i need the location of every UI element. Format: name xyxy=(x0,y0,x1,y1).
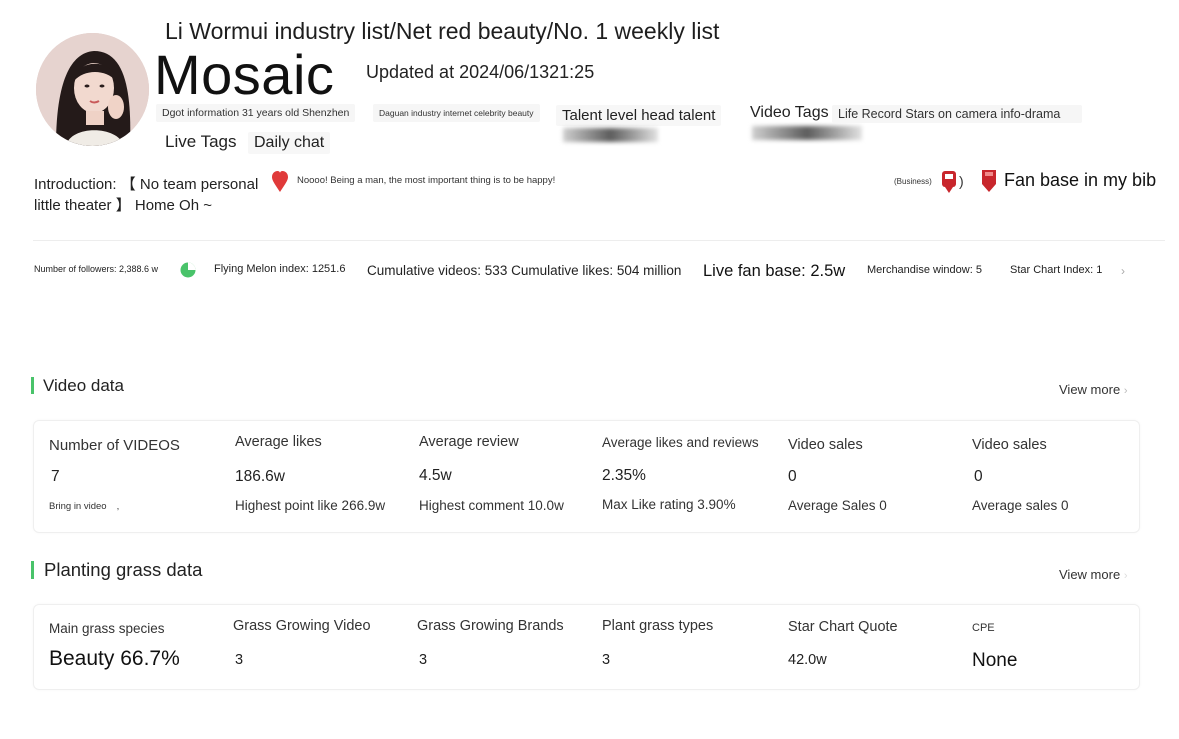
red-heart-icon xyxy=(272,171,288,198)
cumulative-stat: Cumulative videos: 533 Cumulative likes:… xyxy=(367,263,682,278)
grass-col-value: 3 xyxy=(235,652,244,668)
tag-talent-level: Talent level head talent xyxy=(556,105,722,126)
grass-col-value: 3 xyxy=(602,652,611,668)
video-col-sub: Average Sales 0 xyxy=(788,498,887,513)
fan-base-text: Fan base in my bib xyxy=(1004,170,1157,190)
section-accent-bar xyxy=(31,561,34,579)
star-index-stat: Star Chart Index: 1 xyxy=(1010,264,1103,276)
video-tags-value: Life Record Stars on camera info-drama xyxy=(832,105,1082,123)
green-pie-icon xyxy=(180,262,196,283)
grass-col-label: Plant grass types xyxy=(602,618,714,634)
red-badge-icon xyxy=(941,171,957,198)
video-col-sub: Max Like rating 3.90% xyxy=(602,497,736,512)
followers-stat: Number of followers: 2,388.6 w xyxy=(34,264,159,274)
rank-line: Li Wormui industry list/Net red beauty/N… xyxy=(165,18,720,44)
grass-col-label: Star Chart Quote xyxy=(788,619,898,635)
profile-name: Mosaic xyxy=(154,43,335,106)
business-paren: ) xyxy=(959,173,964,189)
grass-data-card xyxy=(33,604,1140,690)
video-col-value: 2.35% xyxy=(602,467,646,484)
introduction-text: Introduction: 【 No team personal little … xyxy=(34,176,259,214)
video-col-sub: Average sales 0 xyxy=(972,498,1069,513)
tag-daguan-industry: Daguan industry internet celebrity beaut… xyxy=(373,104,540,122)
section-accent-bar xyxy=(31,377,34,394)
video-col-label: Video sales xyxy=(788,437,863,453)
video-view-more-link[interactable]: View more › xyxy=(1059,382,1127,397)
tag-dgot-info: Dgot information 31 years old Shenzhen xyxy=(156,104,356,122)
grass-col-label: CPE xyxy=(972,622,995,634)
grass-col-value: 3 xyxy=(419,652,428,668)
video-col-value: 4.5w xyxy=(419,467,452,484)
grass-col-label: Grass Growing Brands xyxy=(417,618,564,634)
chevron-right-icon: › xyxy=(1123,385,1128,397)
updated-timestamp: Updated at 2024/06/1321:25 xyxy=(366,62,595,82)
live-fan-stat: Live fan base: 2.5w xyxy=(703,262,846,280)
grass-data-title: Planting grass data xyxy=(44,559,203,580)
chevron-right-icon[interactable]: › xyxy=(1121,264,1125,278)
video-col-label: Video sales xyxy=(972,437,1047,453)
melon-index-stat: Flying Melon index: 1251.6 xyxy=(214,263,346,275)
blurred-region xyxy=(752,126,862,140)
grass-col-label: Main grass species xyxy=(49,621,165,636)
grass-view-more-link[interactable]: View more › xyxy=(1059,567,1127,582)
video-col-label: Average likes and reviews xyxy=(602,435,759,450)
video-col-label: Average review xyxy=(419,434,519,450)
business-label: (Business) xyxy=(894,177,932,186)
live-tags-value: Daily chat xyxy=(248,132,331,154)
video-col-sub: Bring in video, xyxy=(49,501,120,512)
video-col-value: 0 xyxy=(974,468,983,485)
video-col-sub: Highest point like 266.9w xyxy=(235,498,386,513)
video-tags-label: Video Tags xyxy=(750,104,829,121)
avatar-portrait xyxy=(36,33,149,146)
video-col-value: 186.6w xyxy=(235,468,285,485)
video-data-title: Video data xyxy=(43,376,124,395)
grass-col-value: Beauty 66.7% xyxy=(49,647,180,670)
video-col-label: Average likes xyxy=(235,434,322,450)
blurred-region xyxy=(563,128,658,142)
grass-col-label: Grass Growing Video xyxy=(233,618,371,634)
video-col-value: 0 xyxy=(788,468,797,485)
red-ribbon-icon xyxy=(982,170,996,197)
live-tags-label: Live Tags xyxy=(165,132,237,151)
view-more-label: View more xyxy=(1059,567,1121,582)
divider xyxy=(33,240,1165,241)
video-col-sub: Highest comment 10.0w xyxy=(419,498,564,513)
video-col-label: Number of VIDEOS xyxy=(49,437,180,454)
view-more-label: View more xyxy=(1059,382,1121,397)
grass-col-value: 42.0w xyxy=(788,652,827,668)
avatar xyxy=(36,33,149,146)
chevron-right-icon: › xyxy=(1123,570,1128,582)
merchandise-stat: Merchandise window: 5 xyxy=(867,264,982,276)
grass-col-value: None xyxy=(972,650,1018,671)
note-text: Noooo! Being a man, the most important t… xyxy=(297,175,556,186)
video-col-value: 7 xyxy=(51,468,60,485)
